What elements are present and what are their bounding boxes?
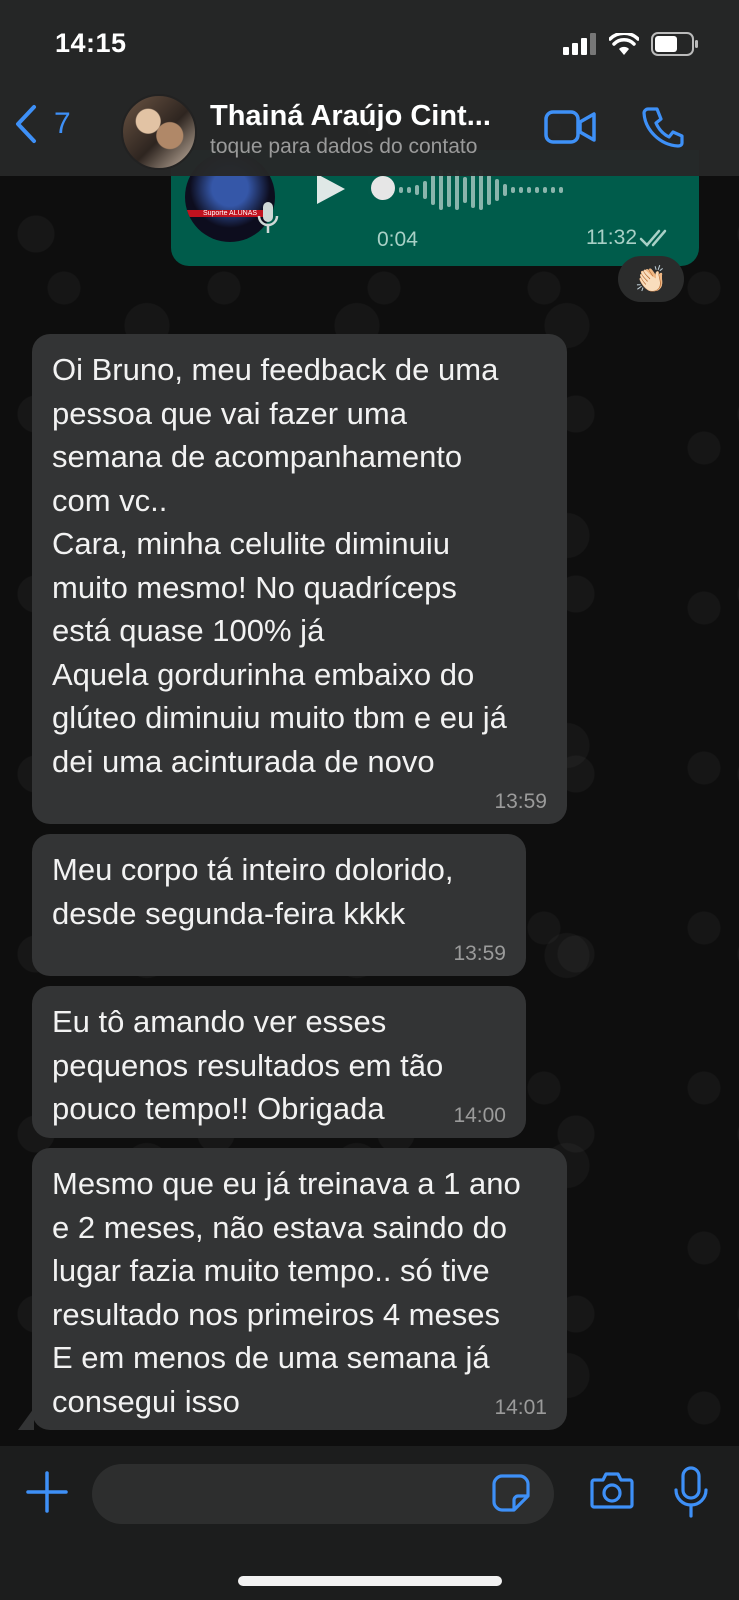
message-text: Eu tô amando ver esses pequenos resultad… [52,1004,444,1126]
sticker-icon [492,1474,530,1512]
sticker-button[interactable] [492,1474,530,1517]
contact-name[interactable]: Thainá Araújo Cint... [210,100,491,133]
chevron-left-icon [16,105,36,143]
message-bubble[interactable]: Meu corpo tá inteiro dolorido, desde seg… [32,834,526,976]
message-time: 14:01 [494,1396,547,1419]
read-receipt-icon [639,228,673,253]
microphone-icon [674,1466,708,1518]
plus-icon [26,1471,68,1513]
message-time: 13:59 [453,942,506,965]
unread-count: 7 [54,107,71,140]
message-bubble[interactable]: Mesmo que eu já treinava a 1 ano e 2 mes… [32,1148,567,1430]
wifi-icon [609,33,639,55]
audio-scrubber[interactable] [371,176,395,200]
phone-icon [642,107,684,148]
camera-icon [590,1472,634,1509]
battery-icon [651,32,698,56]
message-time: 13:59 [494,790,547,813]
audio-duration: 0:04 [377,228,418,251]
status-time: 14:15 [55,28,127,58]
message-text: Mesmo que eu já treinava a 1 ano e 2 mes… [52,1166,521,1419]
voice-record-button[interactable] [674,1466,708,1523]
message-time: 14:00 [453,1104,506,1127]
message-text: Oi Bruno, meu feedback de uma pessoa que… [52,352,507,779]
video-camera-icon [544,110,596,144]
mic-badge-icon [257,200,279,241]
chat-header: 14:15 7 Thainá Araújo Cint... toque para… [0,0,739,176]
attach-button[interactable] [26,1471,68,1518]
status-icons [563,32,699,56]
reaction-badge[interactable]: 👏🏻 [618,256,684,302]
camera-button[interactable] [590,1471,634,1514]
message-bubble[interactable]: Eu tô amando ver esses pequenos resultad… [32,986,526,1138]
composer-bar [0,1446,739,1600]
video-call-button[interactable] [544,110,596,149]
message-time: 11:32 [586,226,637,249]
audio-waveform[interactable] [371,170,563,210]
voice-call-button[interactable] [642,106,684,153]
message-text: Meu corpo tá inteiro dolorido, desde seg… [52,852,454,931]
message-bubble[interactable]: Oi Bruno, meu feedback de uma pessoa que… [32,334,567,824]
home-indicator [238,1576,502,1586]
play-button[interactable] [313,172,347,211]
play-icon [317,174,345,204]
back-button[interactable]: 7 [14,104,71,144]
bubble-tail [18,1408,34,1430]
contact-avatar[interactable] [121,94,197,170]
contact-subtitle[interactable]: toque para dados do contato [210,135,530,159]
message-input[interactable] [92,1464,554,1524]
signal-icon [563,33,596,55]
